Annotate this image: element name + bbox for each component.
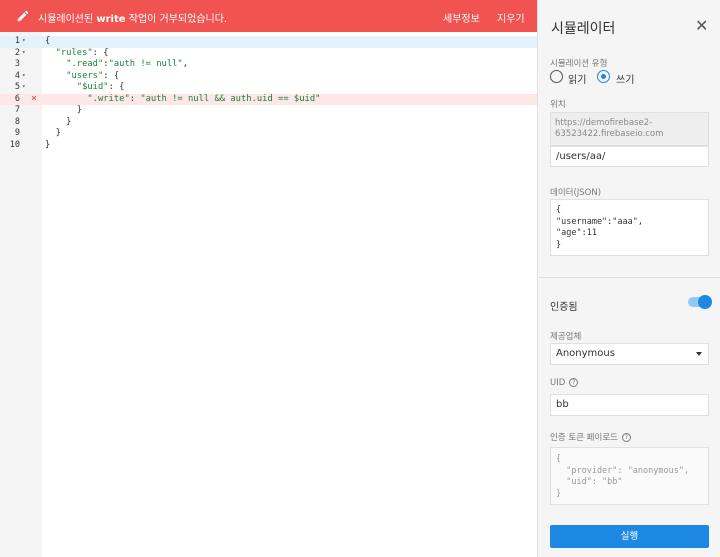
line-number-text: 8 (14, 116, 20, 127)
line-number-text: 1 (14, 36, 20, 46)
code-token: : { (92, 47, 109, 58)
code-token: { (45, 36, 51, 46)
clear-button[interactable]: 지우기 (497, 10, 525, 25)
uid-label: UID (550, 378, 566, 388)
panel-title: 시뮬레이터 (551, 21, 616, 37)
provider-value: Anonymous (556, 348, 615, 359)
code-string: "$uid" (76, 82, 109, 92)
line-gutter: 1 ▾ 2 ▾ 3 4 ▾ 5 ▾ 6 × 7 8 9 10 (0, 32, 42, 557)
radio-write[interactable] (597, 70, 610, 83)
code-line[interactable]: "$uid": { (42, 82, 537, 94)
fold-arrow-icon[interactable]: ▾ (22, 37, 26, 44)
denied-message: 시뮬레이션된 write 작업이 거부되었습니다. (38, 10, 227, 25)
token-label-row: 인증 토큰 페이로드? (550, 431, 631, 443)
run-button[interactable]: 실행 (550, 525, 709, 548)
denied-message-prefix: 시뮬레이션된 (38, 14, 97, 25)
token-label: 인증 토큰 페이로드 (550, 433, 618, 443)
line-number-text: 4 (14, 70, 20, 81)
provider-label: 제공업체 (550, 332, 582, 342)
line-number-text: 9 (14, 128, 20, 138)
code-line[interactable]: } (42, 117, 537, 129)
line-number: 9 (0, 128, 42, 140)
denied-message-suffix: 작업이 거부되었습니다. (125, 14, 228, 25)
code-string: "rules" (55, 47, 93, 58)
line-number: 3 (0, 59, 42, 71)
simulator-panel: 시뮬레이터 ✕ 시뮬레이션 유형 읽기 쓰기 위치 https://demofi… (537, 0, 720, 557)
location-base-field: https://demofirebase2-63523422.firebasei… (550, 112, 709, 146)
auth-toggle[interactable] (688, 295, 712, 309)
rules-editor-area: 시뮬레이션된 write 작업이 거부되었습니다. 세부정보 지우기 1 ▾ 2 ▾ 3… (0, 0, 537, 557)
line-number: 8 (0, 117, 42, 129)
pencil-icon (17, 10, 29, 22)
code-string: "users" (66, 70, 104, 81)
location-path-input[interactable]: /users/aa/ (550, 146, 709, 167)
line-number: 6 × (0, 92, 42, 105)
code-line[interactable]: } (42, 105, 537, 117)
code-token: : { (108, 82, 125, 92)
fold-arrow-icon[interactable]: ▾ (22, 49, 26, 56)
token-payload-field: { "provider": "anonymous", "uid": "bb" } (550, 447, 709, 505)
radio-write-label: 쓰기 (616, 75, 635, 86)
code-line[interactable]: { (42, 36, 537, 48)
fold-arrow-icon[interactable]: ▾ (22, 83, 26, 90)
line-number: 1 ▾ (0, 36, 42, 48)
help-icon[interactable]: ? (621, 433, 631, 442)
line-number-text: 3 (14, 59, 20, 69)
code-line[interactable]: } (42, 128, 537, 140)
code-token: } (45, 116, 72, 127)
provider-select[interactable]: Anonymous (550, 343, 709, 365)
code-token: } (45, 105, 83, 115)
code-line[interactable]: } (42, 140, 537, 152)
code-editor[interactable]: { "rules": { ".read":"auth != null", "us… (42, 32, 537, 557)
line-number-text: 10 (9, 139, 20, 150)
code-line[interactable]: "users": { (42, 71, 537, 83)
line-number: 10 (0, 140, 42, 152)
fold-arrow-icon[interactable]: ▾ (22, 72, 26, 79)
code-string: "auth != null && auth.uid == $uid" (140, 93, 321, 104)
code-token: } (45, 128, 61, 138)
section-divider (538, 277, 720, 278)
data-json-input[interactable]: { "username":"aaa", "age":11 } (550, 199, 709, 256)
code-token: : { (103, 70, 120, 81)
error-icon: × (31, 92, 38, 104)
location-label: 위치 (550, 100, 566, 110)
code-line[interactable]: ".read":"auth != null", (42, 59, 537, 71)
code-string: ".read" (66, 59, 104, 69)
line-number-text: 7 (14, 105, 20, 115)
uid-label-row: UID? (550, 378, 579, 388)
code-line[interactable]: ".write": "auth != null && auth.uid == $… (42, 93, 537, 105)
close-icon[interactable]: ✕ (695, 16, 708, 35)
sim-type-label: 시뮬레이션 유형 (550, 59, 608, 69)
rules-simulator-screen: 시뮬레이션된 write 작업이 거부되었습니다. 세부정보 지우기 1 ▾ 2 ▾ 3… (0, 0, 720, 557)
code-line[interactable]: "rules": { (42, 48, 537, 60)
code-string: ".write" (87, 93, 130, 104)
details-button[interactable]: 세부정보 (443, 10, 480, 25)
radio-read-label: 읽기 (568, 75, 587, 86)
code-string: "auth != null" (108, 59, 183, 69)
uid-input[interactable]: bb (550, 394, 709, 416)
denied-banner: 시뮬레이션된 write 작업이 거부되었습니다. 세부정보 지우기 (0, 0, 537, 32)
data-label: 데이터(JSON) (550, 188, 602, 198)
auth-label: 인증됨 (550, 302, 578, 313)
code-token: } (45, 139, 51, 150)
line-number: 4 ▾ (0, 71, 42, 83)
denied-message-operation: write (96, 14, 126, 25)
line-number-text: 5 (14, 82, 20, 92)
code-token: , (182, 59, 189, 69)
radio-read[interactable] (550, 70, 563, 83)
line-number-text: 6 (14, 93, 20, 104)
line-number: 2 ▾ (0, 48, 42, 60)
line-number-text: 2 (14, 47, 20, 58)
chevron-down-icon (696, 352, 702, 356)
code-token: : (129, 93, 141, 104)
line-number: 7 (0, 105, 42, 117)
help-icon[interactable]: ? (569, 378, 579, 387)
